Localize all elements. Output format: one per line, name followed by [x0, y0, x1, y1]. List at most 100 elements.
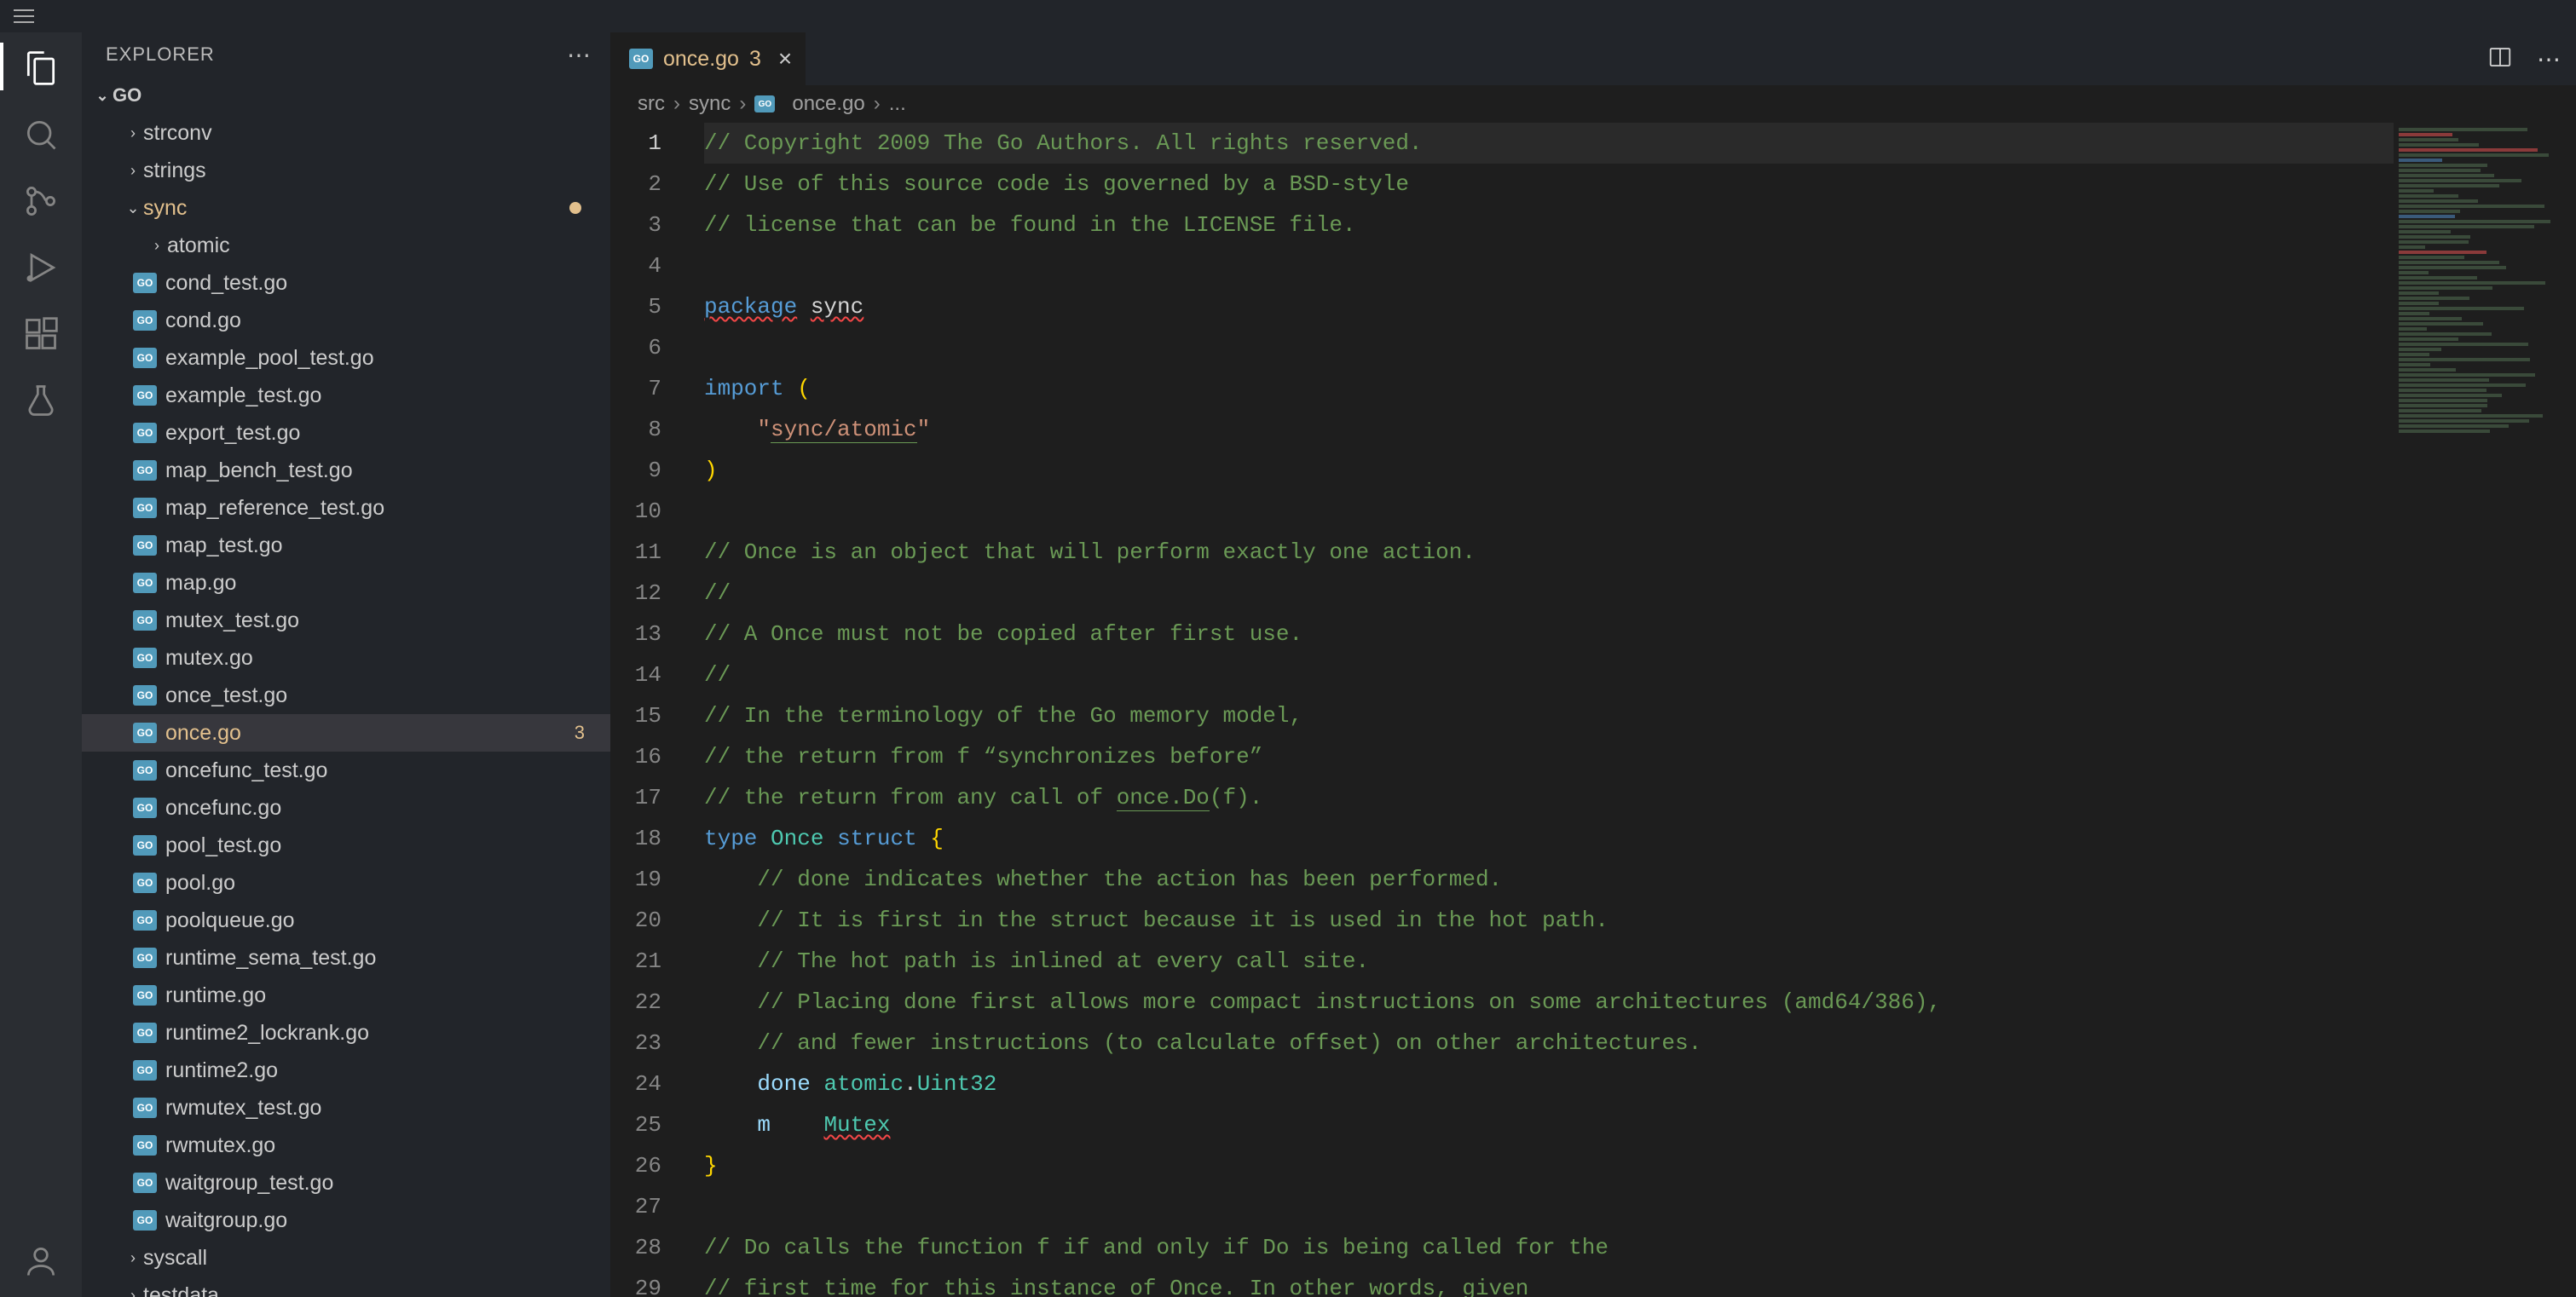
- file-item[interactable]: runtime_sema_test.go: [82, 939, 610, 977]
- tree-item-label: example_pool_test.go: [165, 346, 374, 371]
- folder-section-header[interactable]: ⌄ GO: [82, 77, 610, 114]
- file-item[interactable]: waitgroup_test.go: [82, 1164, 610, 1202]
- file-item[interactable]: cond_test.go: [82, 264, 610, 302]
- folder-item[interactable]: ›strconv: [82, 114, 610, 152]
- code-line[interactable]: m Mutex: [704, 1104, 2576, 1145]
- code-line[interactable]: // Use of this source code is governed b…: [704, 164, 2576, 205]
- tree-item-label: poolqueue.go: [165, 908, 295, 933]
- file-item[interactable]: rwmutex.go: [82, 1127, 610, 1164]
- file-item[interactable]: pool_test.go: [82, 827, 610, 864]
- folder-item[interactable]: ›strings: [82, 152, 610, 189]
- go-file-icon: [133, 1135, 157, 1156]
- tab-once-go[interactable]: once.go 3 ×: [610, 32, 806, 85]
- code-line[interactable]: // done indicates whether the action has…: [704, 859, 2576, 900]
- code-line[interactable]: // In the terminology of the Go memory m…: [704, 695, 2576, 736]
- go-file-icon: [133, 535, 157, 556]
- source-control-icon[interactable]: [20, 181, 61, 222]
- file-item[interactable]: rwmutex_test.go: [82, 1089, 610, 1127]
- code-line[interactable]: [704, 245, 2576, 286]
- tree-item-label: runtime2_lockrank.go: [165, 1021, 369, 1046]
- code-line[interactable]: // A Once must not be copied after first…: [704, 614, 2576, 654]
- accounts-icon[interactable]: [20, 1241, 61, 1282]
- line-number: 6: [610, 327, 661, 368]
- code-line[interactable]: // Placing done first allows more compac…: [704, 982, 2576, 1023]
- file-item[interactable]: oncefunc_test.go: [82, 752, 610, 789]
- code-line[interactable]: package sync: [704, 286, 2576, 327]
- file-item[interactable]: once_test.go: [82, 677, 610, 714]
- minimap[interactable]: [2394, 123, 2576, 1297]
- file-item[interactable]: map_test.go: [82, 527, 610, 564]
- tree-item-label: runtime.go: [165, 983, 266, 1008]
- line-number: 15: [610, 695, 661, 736]
- code-line[interactable]: // the return from f “synchronizes befor…: [704, 736, 2576, 777]
- file-item[interactable]: mutex.go: [82, 639, 610, 677]
- code-line[interactable]: // license that can be found in the LICE…: [704, 205, 2576, 245]
- code-line[interactable]: // Copyright 2009 The Go Authors. All ri…: [704, 123, 2576, 164]
- line-number: 16: [610, 736, 661, 777]
- go-file-icon: [133, 798, 157, 818]
- file-item[interactable]: cond.go: [82, 302, 610, 339]
- code-line[interactable]: [704, 491, 2576, 532]
- code-line[interactable]: import (: [704, 368, 2576, 409]
- folder-item[interactable]: ›syscall: [82, 1239, 610, 1277]
- code-line[interactable]: // the return from any call of once.Do(f…: [704, 777, 2576, 818]
- file-item[interactable]: pool.go: [82, 864, 610, 902]
- folder-item[interactable]: ›atomic: [82, 227, 610, 264]
- code-line[interactable]: [704, 327, 2576, 368]
- code-line[interactable]: }: [704, 1145, 2576, 1186]
- file-tree[interactable]: ›strconv›strings⌄sync›atomiccond_test.go…: [82, 114, 610, 1297]
- go-file-icon: [133, 423, 157, 443]
- extensions-icon[interactable]: [20, 314, 61, 355]
- code-line[interactable]: // The hot path is inlined at every call…: [704, 941, 2576, 982]
- file-item[interactable]: export_test.go: [82, 414, 610, 452]
- testing-icon[interactable]: [20, 380, 61, 421]
- breadcrumb-src[interactable]: src: [638, 92, 665, 116]
- sidebar-more-icon[interactable]: ⋯: [567, 41, 592, 69]
- go-file-icon: [133, 835, 157, 856]
- file-item[interactable]: oncefunc.go: [82, 789, 610, 827]
- code-line[interactable]: [704, 1186, 2576, 1227]
- code-line[interactable]: // Once is an object that will perform e…: [704, 532, 2576, 573]
- folder-item[interactable]: ⌄sync: [82, 189, 610, 227]
- code-line[interactable]: // and fewer instructions (to calculate …: [704, 1023, 2576, 1064]
- breadcrumb[interactable]: src › sync › once.go › ...: [610, 85, 2576, 123]
- more-actions-icon[interactable]: ⋯: [2537, 45, 2561, 73]
- code-line[interactable]: done atomic.Uint32: [704, 1064, 2576, 1104]
- code-editor[interactable]: 1234567891011121314151617181920212223242…: [610, 123, 2576, 1297]
- close-icon[interactable]: ×: [778, 45, 792, 72]
- run-debug-icon[interactable]: [20, 247, 61, 288]
- code-line[interactable]: //: [704, 654, 2576, 695]
- file-item[interactable]: poolqueue.go: [82, 902, 610, 939]
- breadcrumb-file[interactable]: once.go: [792, 92, 864, 116]
- line-number: 27: [610, 1186, 661, 1227]
- code-line[interactable]: ): [704, 450, 2576, 491]
- code-line[interactable]: //: [704, 573, 2576, 614]
- chevron-down-icon: ⌄: [92, 87, 113, 105]
- code-content[interactable]: // Copyright 2009 The Go Authors. All ri…: [704, 123, 2576, 1297]
- file-item[interactable]: runtime2_lockrank.go: [82, 1014, 610, 1052]
- file-item[interactable]: map_reference_test.go: [82, 489, 610, 527]
- code-line[interactable]: "sync/atomic": [704, 409, 2576, 450]
- tree-item-label: map_reference_test.go: [165, 496, 384, 521]
- folder-item[interactable]: ›testdata: [82, 1277, 610, 1297]
- code-line[interactable]: // It is first in the struct because it …: [704, 900, 2576, 941]
- file-item[interactable]: map_bench_test.go: [82, 452, 610, 489]
- breadcrumb-more[interactable]: ...: [889, 92, 906, 116]
- search-icon[interactable]: [20, 114, 61, 155]
- go-file-icon: [133, 1210, 157, 1231]
- file-item[interactable]: mutex_test.go: [82, 602, 610, 639]
- file-item[interactable]: once.go3: [82, 714, 610, 752]
- explorer-icon[interactable]: [20, 48, 61, 89]
- file-item[interactable]: map.go: [82, 564, 610, 602]
- file-item[interactable]: example_test.go: [82, 377, 610, 414]
- file-item[interactable]: runtime2.go: [82, 1052, 610, 1089]
- code-line[interactable]: // first time for this instance of Once.…: [704, 1268, 2576, 1297]
- split-editor-icon[interactable]: [2487, 44, 2513, 74]
- menu-icon[interactable]: [14, 9, 34, 23]
- code-line[interactable]: type Once struct {: [704, 818, 2576, 859]
- file-item[interactable]: example_pool_test.go: [82, 339, 610, 377]
- file-item[interactable]: waitgroup.go: [82, 1202, 610, 1239]
- file-item[interactable]: runtime.go: [82, 977, 610, 1014]
- code-line[interactable]: // Do calls the function f if and only i…: [704, 1227, 2576, 1268]
- breadcrumb-sync[interactable]: sync: [689, 92, 731, 116]
